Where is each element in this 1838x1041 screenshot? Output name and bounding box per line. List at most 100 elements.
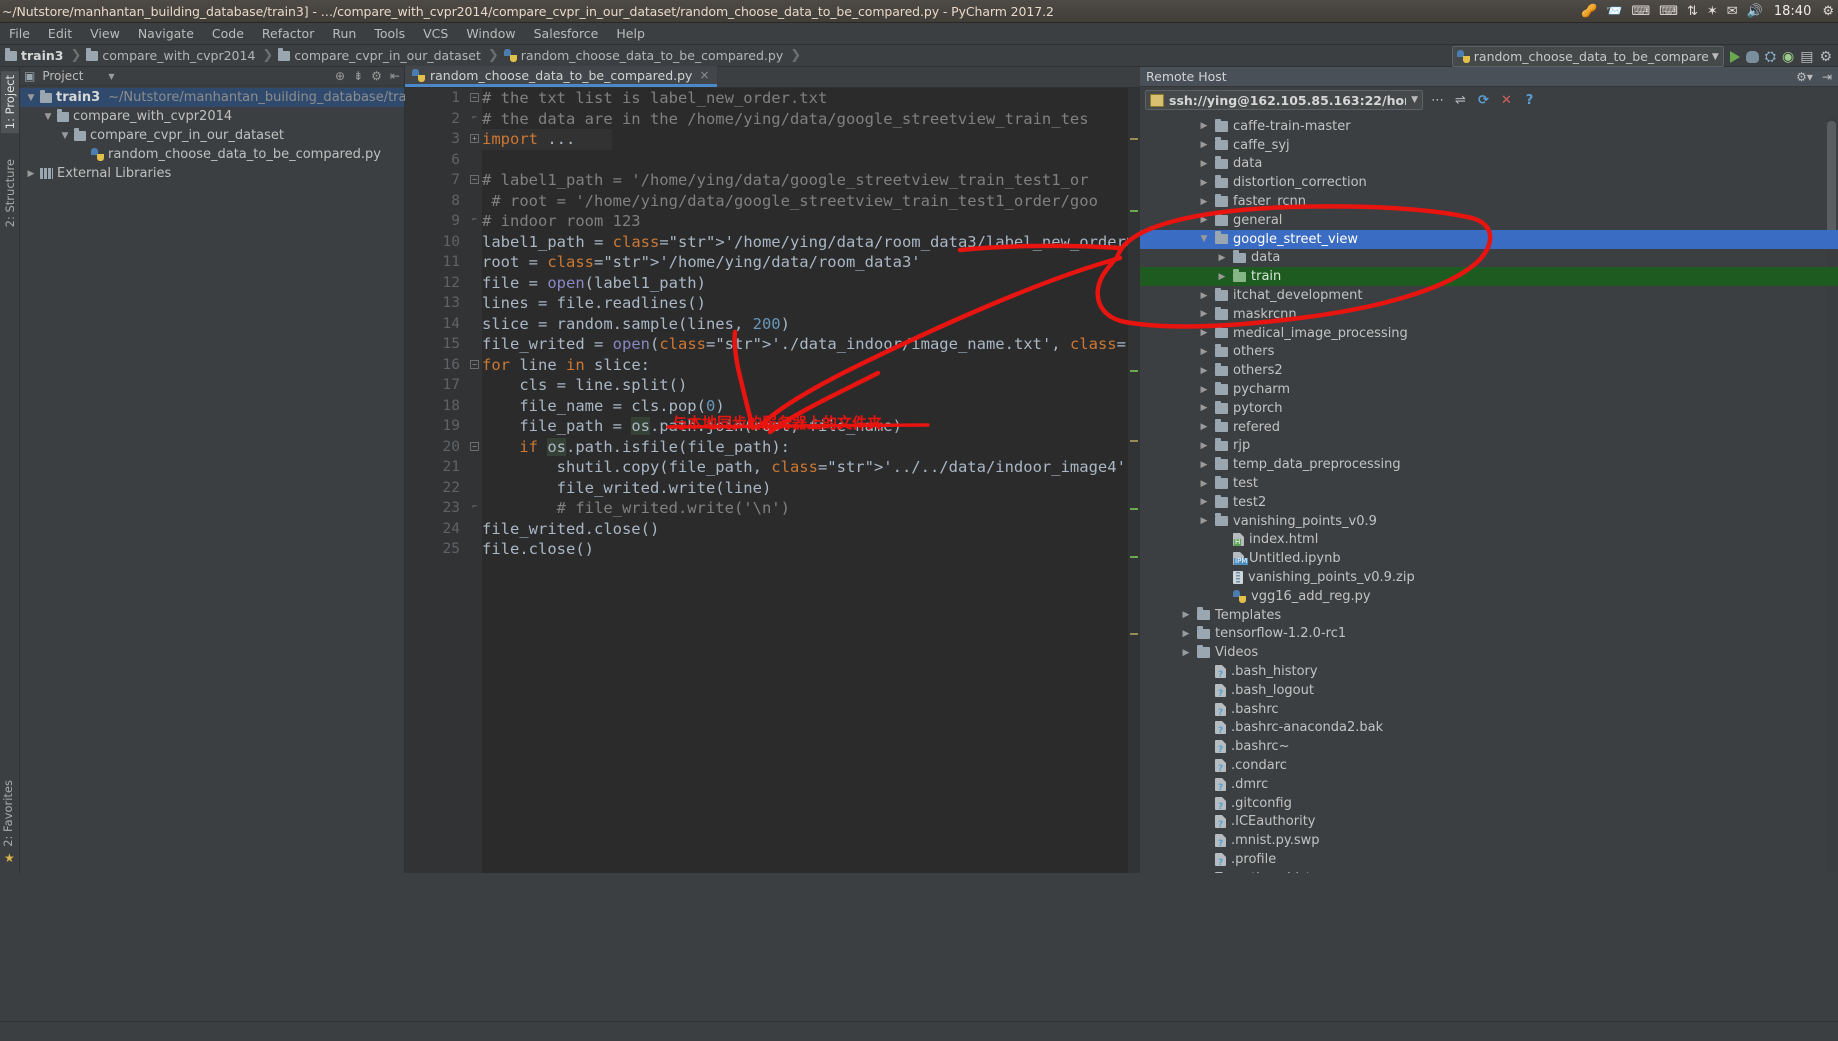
project-tree-item[interactable]: ▼ compare_cvpr_in_our_dataset xyxy=(20,126,404,145)
fold-toggle-minus[interactable]: − xyxy=(470,359,479,369)
remote-connection-selector[interactable]: ssh://ying@162.105.85.163:22/home/yin ▼ xyxy=(1145,90,1423,110)
chevron-right-icon[interactable]: ▶ xyxy=(1198,366,1210,376)
chevron-right-icon[interactable]: ▶ xyxy=(1198,215,1210,225)
chevron-right-icon[interactable]: ▶ xyxy=(1198,460,1210,470)
remote-tree-item[interactable]: ▶ maskrcnn xyxy=(1140,305,1838,324)
chevron-down-icon[interactable]: ▼ xyxy=(108,72,114,81)
chevron-right-icon[interactable]: ▶ xyxy=(1198,328,1210,338)
code-line[interactable]: for line in slice: xyxy=(482,355,1140,376)
run-button[interactable] xyxy=(1729,50,1740,63)
chevron-right-icon[interactable]: ▶ xyxy=(1198,479,1210,489)
breadcrumb-item-2[interactable]: compare_cvpr_in_our_dataset xyxy=(273,48,488,63)
menu-item-run[interactable]: Run xyxy=(323,24,365,43)
remote-tree-item[interactable]: ▶ pytorch xyxy=(1140,399,1838,418)
fold-toggle-minus[interactable]: − xyxy=(470,441,479,451)
code-line[interactable]: # file_writed.write('\n') xyxy=(482,498,1140,519)
code-line[interactable]: lines = file.readlines() xyxy=(482,293,1140,314)
code-line[interactable]: # root = '/home/ying/data/google_streetv… xyxy=(482,191,1140,212)
menu-item-vcs[interactable]: VCS xyxy=(414,24,457,43)
editor-tab-random-choose[interactable]: random_choose_data_to_be_compared.py × xyxy=(405,66,717,87)
help-icon[interactable]: ? xyxy=(1521,93,1538,108)
remote-tree-item[interactable]: ▶ others2 xyxy=(1140,361,1838,380)
code-line[interactable]: file_path = os.path.join(root, file_name… xyxy=(482,416,1140,437)
remote-tree-item[interactable]: ▶ others xyxy=(1140,343,1838,362)
remote-tree-item[interactable]: ? .bash_history xyxy=(1140,662,1838,681)
remote-tree-item[interactable]: ? .bash_logout xyxy=(1140,681,1838,700)
system-clock[interactable]: 18:40 xyxy=(1772,4,1813,19)
remote-tree-item[interactable]: ▶ train xyxy=(1140,267,1838,287)
chevron-down-icon[interactable]: ▼ xyxy=(43,112,53,122)
remote-tree-item[interactable]: ? .condarc xyxy=(1140,756,1838,775)
refresh-icon[interactable]: ⟳ xyxy=(1475,93,1492,108)
debug-button[interactable] xyxy=(1745,50,1759,63)
remote-tree-item[interactable]: ▼ google_street_view xyxy=(1140,229,1838,249)
mail-icon[interactable]: ✉ xyxy=(1727,5,1738,18)
code-line[interactable]: shutil.copy(file_path, class="str">'../.… xyxy=(482,457,1140,478)
chevron-right-icon[interactable]: ▶ xyxy=(1180,629,1192,639)
remote-tree-item[interactable]: ? .python_history xyxy=(1140,869,1838,873)
settings-icon[interactable]: ⚙▾ xyxy=(1796,70,1813,84)
fold-toggle-minus[interactable]: − xyxy=(470,175,479,184)
code-folding-column[interactable]: − ⌐ + − ⌐ − − ⌐ xyxy=(468,88,482,873)
code-line[interactable]: file.close() xyxy=(482,539,1140,560)
remote-tree-item[interactable]: ▶ refered xyxy=(1140,418,1838,437)
system-settings-icon[interactable]: ⚙ xyxy=(1822,5,1834,18)
compare-icon[interactable]: ⇌ xyxy=(1452,93,1469,108)
chevron-right-icon[interactable]: ▶ xyxy=(1198,497,1210,507)
settings-icon[interactable]: ⚙ xyxy=(371,69,382,83)
code-line[interactable]: # the data are in the /home/ying/data/go… xyxy=(482,109,1140,130)
run-configuration-selector[interactable]: random_choose_data_to_be_compared ▼ xyxy=(1451,46,1724,67)
code-line[interactable]: # label1_path = '/home/ying/data/google_… xyxy=(482,170,1140,191)
remote-tree-item[interactable]: ▶ tensorflow-1.2.0-rc1 xyxy=(1140,625,1838,644)
remote-tree-item[interactable]: ▶ faster_rcnn xyxy=(1140,192,1838,211)
chevron-down-icon[interactable]: ▼ xyxy=(26,93,36,103)
breadcrumb-item-1[interactable]: compare_with_cvpr2014 xyxy=(81,48,262,63)
remote-tree-item[interactable]: ▶ general xyxy=(1140,211,1838,230)
chevron-right-icon[interactable]: ▶ xyxy=(1198,159,1210,169)
chevron-down-icon[interactable]: ▼ xyxy=(1712,52,1719,62)
remote-tree-item[interactable]: ? .bashrc~ xyxy=(1140,737,1838,756)
remote-tree-item[interactable]: ▶ distortion_correction xyxy=(1140,173,1838,192)
remote-tree-item[interactable]: ▶ Templates xyxy=(1140,606,1838,625)
chevron-right-icon[interactable]: ▶ xyxy=(1198,140,1210,150)
settings-button[interactable]: ⚙ xyxy=(1819,49,1832,65)
sidebar-tab-structure[interactable]: 2: Structure xyxy=(1,155,19,231)
code-line[interactable]: file_writed.write(line) xyxy=(482,478,1140,499)
chevron-right-icon[interactable]: ▶ xyxy=(1216,253,1228,263)
keyboard-layout-icon[interactable]: ⌨ xyxy=(1659,5,1678,18)
profile-button[interactable]: ◉ xyxy=(1782,49,1794,65)
chevron-right-icon[interactable]: ▶ xyxy=(1216,272,1228,282)
code-line[interactable]: root = class="str">'/home/ying/data/room… xyxy=(482,252,1140,273)
remote-tree-item[interactable]: ▶ pycharm xyxy=(1140,380,1838,399)
chevron-right-icon[interactable]: ▶ xyxy=(1198,121,1210,131)
project-tree-item[interactable]: ▶ External Libraries xyxy=(20,164,404,183)
menu-item-salesforce[interactable]: Salesforce xyxy=(525,24,608,43)
remote-tree-item[interactable]: ? .gitconfig xyxy=(1140,794,1838,813)
chevron-right-icon[interactable]: ▶ xyxy=(1180,648,1192,658)
remote-tree-item[interactable]: ▶ Videos xyxy=(1140,643,1838,662)
target-icon[interactable]: ⊕ xyxy=(335,69,345,83)
coverage-button[interactable]: ⛭ xyxy=(1765,49,1776,65)
remote-tree-item[interactable]: ? .mnist.py.swp xyxy=(1140,831,1838,850)
menu-item-file[interactable]: File xyxy=(0,24,39,43)
code-line[interactable]: file = open(label1_path) xyxy=(482,273,1140,294)
code-line[interactable]: import ... xyxy=(482,129,612,150)
close-icon[interactable]: × xyxy=(699,68,709,82)
remote-tree-item[interactable]: ▶ vanishing_points_v0.9 xyxy=(1140,512,1838,531)
remote-tree-item[interactable]: ▶ medical_image_processing xyxy=(1140,324,1838,343)
breadcrumb-item-3[interactable]: random_choose_data_to_be_compared.py xyxy=(499,48,790,63)
remote-tree-item[interactable]: ▶ temp_data_preprocessing xyxy=(1140,455,1838,474)
chevron-right-icon[interactable]: ▶ xyxy=(1198,516,1210,526)
chevron-right-icon[interactable]: ▶ xyxy=(1198,291,1210,301)
inspect-button[interactable]: ▤ xyxy=(1800,49,1813,65)
remote-tree-item[interactable]: ? .dmrc xyxy=(1140,775,1838,794)
fold-toggle-end[interactable]: ⌐ xyxy=(470,503,479,512)
menu-item-view[interactable]: View xyxy=(81,24,129,43)
chevron-right-icon[interactable]: ▶ xyxy=(1180,610,1192,620)
chevron-down-icon[interactable]: ▼ xyxy=(1411,95,1418,105)
project-tree-item[interactable]: ▼ train3 ~/Nutstore/manhantan_building_dat… xyxy=(20,88,427,107)
remote-tree-item[interactable]: vgg16_add_reg.py xyxy=(1140,587,1838,606)
chevron-right-icon[interactable]: ▶ xyxy=(1198,385,1210,395)
disconnect-icon[interactable]: ✕ xyxy=(1498,93,1515,108)
fold-toggle-minus[interactable]: − xyxy=(470,93,479,102)
